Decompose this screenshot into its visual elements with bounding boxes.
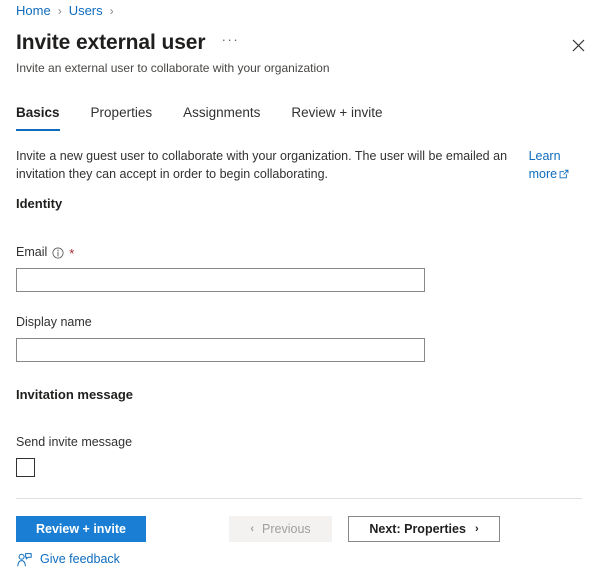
tab-review-invite[interactable]: Review + invite [291, 103, 382, 131]
close-icon[interactable] [564, 31, 592, 59]
send-invite-message-label: Send invite message [16, 435, 133, 449]
email-input[interactable] [16, 268, 425, 292]
footer-primary-actions: Review + invite [16, 516, 146, 542]
chevron-right-icon: › [474, 523, 479, 535]
display-name-field-label: Display name [16, 314, 92, 331]
section-heading-identity: Identity [16, 196, 63, 211]
required-asterisk: * [69, 245, 75, 261]
tab-basics[interactable]: Basics [16, 103, 60, 131]
previous-button[interactable]: ‹ Previous [229, 516, 332, 542]
page-title: Invite external user [16, 31, 206, 54]
next-properties-button[interactable]: Next: Properties › [348, 516, 500, 542]
display-name-label-text: Display name [16, 315, 92, 329]
review-invite-button[interactable]: Review + invite [16, 516, 146, 542]
next-button-label: Next: Properties [369, 522, 466, 536]
wizard-navigation: ‹ Previous Next: Properties › [229, 516, 500, 542]
breadcrumb-chevron-icon: › [109, 4, 114, 18]
learn-more-label: Learn more [528, 149, 561, 181]
breadcrumb-chevron-icon: › [57, 4, 62, 18]
breadcrumb-item-home[interactable]: Home [16, 2, 51, 20]
tab-assignments[interactable]: Assignments [183, 103, 260, 131]
more-options-ellipsis-icon[interactable]: ··· [219, 32, 241, 54]
previous-button-label: Previous [262, 522, 311, 536]
footer-divider [16, 498, 582, 499]
description-block: Invite a new guest user to collaborate w… [16, 147, 582, 184]
tab-properties[interactable]: Properties [91, 103, 153, 131]
give-feedback-label: Give feedback [40, 552, 120, 566]
external-link-icon [559, 166, 569, 184]
email-label-text: Email [16, 245, 48, 259]
send-invite-message-checkbox[interactable] [16, 458, 35, 477]
tab-bar: Basics Properties Assignments Review + i… [16, 103, 383, 131]
give-feedback-link[interactable]: Give feedback [17, 551, 120, 568]
section-heading-invitation-message: Invitation message [16, 387, 134, 402]
info-icon[interactable] [52, 246, 64, 259]
title-row: Invite external user ··· [16, 27, 582, 59]
email-field-label: Email * [16, 244, 74, 261]
person-feedback-icon [17, 552, 32, 567]
page-subtitle: Invite an external user to collaborate w… [16, 61, 330, 75]
breadcrumb: Home › Users › [16, 2, 121, 20]
learn-more-link[interactable]: Learn more [529, 147, 582, 184]
description-text: Invite a new guest user to collaborate w… [16, 149, 508, 181]
breadcrumb-item-users[interactable]: Users [69, 2, 103, 20]
chevron-left-icon: ‹ [250, 523, 255, 535]
display-name-input[interactable] [16, 338, 425, 362]
